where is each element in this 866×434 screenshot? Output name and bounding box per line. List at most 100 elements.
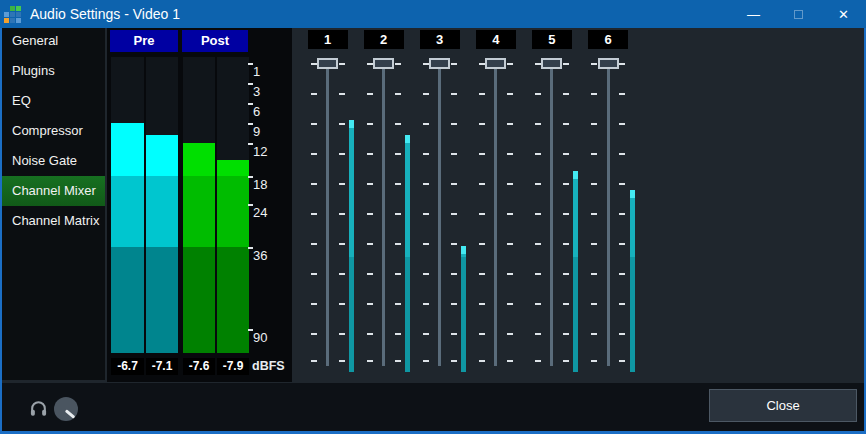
- channel-1-slider-track[interactable]: [326, 63, 329, 366]
- tick-dash: [311, 123, 317, 125]
- channel-5-slider-handle[interactable]: [541, 58, 562, 69]
- dbfs-label: dBFS: [252, 359, 285, 373]
- tick-dash: [535, 303, 541, 305]
- tick-dash: [563, 243, 569, 245]
- tick-dash: [619, 63, 625, 65]
- close-button[interactable]: Close: [709, 389, 857, 422]
- tick-dash: [339, 333, 345, 335]
- channel-3-slider-track[interactable]: [438, 63, 441, 366]
- tick-dash: [423, 183, 429, 185]
- maximize-button[interactable]: [776, 0, 821, 28]
- tick-dash: [507, 303, 513, 305]
- meter-value: -7.1: [146, 358, 178, 375]
- tick-dash: [591, 360, 597, 362]
- tick-dash: [563, 93, 569, 95]
- tick-dash: [395, 333, 401, 335]
- tick-dash: [395, 183, 401, 185]
- tick-dash: [423, 273, 429, 275]
- maximize-icon: [794, 10, 803, 19]
- tick-dash: [395, 123, 401, 125]
- tick-dash: [311, 63, 317, 65]
- tick-dash: [451, 360, 457, 362]
- channel-label-6: 6: [588, 30, 628, 49]
- tick-dash: [311, 273, 317, 275]
- tick-dash: [339, 243, 345, 245]
- tick-dash: [507, 123, 513, 125]
- tick-dash: [423, 213, 429, 215]
- tick-dash: [339, 183, 345, 185]
- tick-dash: [591, 153, 597, 155]
- tick-dash: [507, 333, 513, 335]
- pre-meter-header: Pre: [110, 30, 178, 52]
- tick-dash: [591, 63, 597, 65]
- pre-meter-column: [146, 57, 178, 353]
- tick-dash: [591, 213, 597, 215]
- tick-dash: [395, 243, 401, 245]
- tick-dash: [479, 303, 485, 305]
- channel-4-slider-track[interactable]: [494, 63, 497, 366]
- tick-dash: [591, 123, 597, 125]
- tick-dash: [591, 93, 597, 95]
- tick-dash: [507, 213, 513, 215]
- tick-dash: [619, 153, 625, 155]
- tick-dash: [395, 63, 401, 65]
- tick-dash: [451, 303, 457, 305]
- tick-dash: [423, 153, 429, 155]
- tick-dash: [367, 63, 373, 65]
- tick-dash: [479, 123, 485, 125]
- tick-dash: [423, 303, 429, 305]
- sidebar-item-channel-mixer[interactable]: Channel Mixer: [2, 176, 105, 206]
- minimize-button[interactable]: —: [731, 0, 776, 28]
- tick-dash: [339, 213, 345, 215]
- tick-dash: [591, 333, 597, 335]
- tick-dash: [423, 360, 429, 362]
- tick-dash: [507, 360, 513, 362]
- sidebar-item-plugins[interactable]: Plugins: [2, 56, 105, 86]
- headphones-icon[interactable]: [29, 399, 48, 418]
- tick-dash: [451, 153, 457, 155]
- tick-dash: [311, 93, 317, 95]
- sidebar-item-noise-gate[interactable]: Noise Gate: [2, 146, 105, 176]
- meter-panel: PrePost-6.7-7.1-7.6-7.913691218243690dBF…: [107, 28, 292, 382]
- tick-dash: [619, 273, 625, 275]
- sidebar-item-compressor[interactable]: Compressor: [2, 116, 105, 146]
- tick-dash: [367, 123, 373, 125]
- channel-6-slider-handle[interactable]: [598, 58, 619, 69]
- tick-dash: [339, 93, 345, 95]
- window: Audio Settings - Video 1 — ✕ GeneralPlug…: [0, 0, 866, 434]
- tick-dash: [535, 213, 541, 215]
- tick-dash: [339, 123, 345, 125]
- channel-1-slider-handle[interactable]: [317, 58, 338, 69]
- tick-dash: [535, 360, 541, 362]
- app-icon-cell: [4, 18, 9, 23]
- channel-2-slider-track[interactable]: [382, 63, 385, 366]
- channel-5-slider-track[interactable]: [550, 63, 553, 366]
- tick-dash: [423, 333, 429, 335]
- channel-2-slider-handle[interactable]: [373, 58, 394, 69]
- tick-dash: [367, 243, 373, 245]
- channel-6-slider-track[interactable]: [607, 63, 610, 366]
- scale-label: 24: [253, 205, 267, 220]
- titlebar: Audio Settings - Video 1 — ✕: [0, 0, 866, 28]
- knob-pointer: [65, 409, 75, 418]
- channel-label-2: 2: [364, 30, 404, 49]
- tick-dash: [619, 93, 625, 95]
- tick-dash: [507, 153, 513, 155]
- channel-3-level-meter: [461, 246, 466, 372]
- tick-dash: [311, 303, 317, 305]
- scale-label: 12: [253, 144, 267, 159]
- tick-dash: [451, 333, 457, 335]
- channel-3-slider-handle[interactable]: [429, 58, 450, 69]
- channel-4-slider-handle[interactable]: [485, 58, 506, 69]
- tick-dash: [563, 360, 569, 362]
- tick-dash: [619, 213, 625, 215]
- sidebar-item-general[interactable]: General: [2, 26, 105, 56]
- sidebar-item-channel-matrix[interactable]: Channel Matrix: [2, 206, 105, 236]
- app-icon-cell: [10, 12, 15, 17]
- tick-dash: [591, 303, 597, 305]
- channel-sliders: 123456: [292, 28, 864, 382]
- sidebar-item-eq[interactable]: EQ: [2, 86, 105, 116]
- app-icon-cell: [16, 6, 21, 11]
- close-window-button[interactable]: ✕: [821, 0, 866, 28]
- volume-knob[interactable]: [54, 397, 78, 421]
